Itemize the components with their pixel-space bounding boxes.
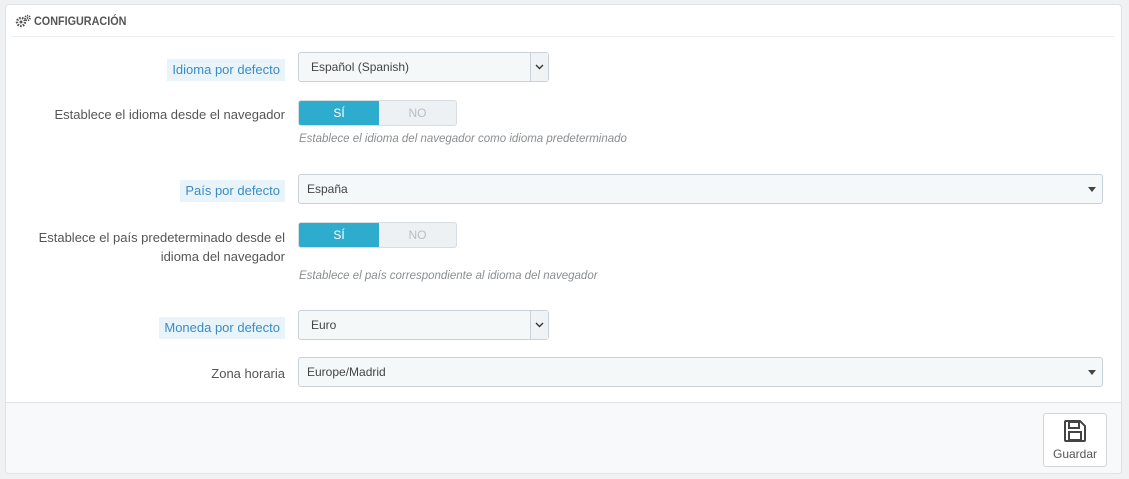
save-label: Guardar [1052, 447, 1098, 461]
caret-down-icon [1088, 370, 1096, 375]
country-label: País por defecto [180, 180, 285, 202]
chevron-down-icon [535, 64, 544, 70]
country-value: España [307, 182, 348, 196]
browser-country-switch[interactable]: SÍ NO [298, 222, 457, 248]
timezone-label: Zona horaria [211, 366, 285, 381]
browser-country-label-line1: Establece el país predeterminado desde e… [38, 230, 285, 245]
browser-language-no[interactable]: NO [379, 101, 456, 125]
configuration-panel: CONFIGURACIÓN Idioma por defecto Español… [5, 4, 1122, 474]
browser-language-yes[interactable]: SÍ [299, 101, 379, 125]
currency-value: Euro [311, 318, 337, 332]
currency-select[interactable]: Euro [298, 310, 549, 340]
language-dropdown-button[interactable] [530, 53, 548, 81]
browser-country-no[interactable]: NO [379, 223, 456, 247]
caret-down-icon [1088, 187, 1096, 192]
panel-footer: Guardar [6, 402, 1121, 473]
timezone-value: Europe/Madrid [307, 365, 386, 379]
browser-language-switch[interactable]: SÍ NO [298, 100, 457, 126]
browser-language-help: Establece el idioma del navegador como i… [299, 133, 627, 145]
browser-language-label: Establece el idioma desde el navegador [54, 107, 285, 122]
browser-country-yes[interactable]: SÍ [299, 223, 379, 247]
language-select[interactable]: Español (Spanish) [298, 52, 549, 82]
timezone-select[interactable]: Europe/Madrid [298, 357, 1103, 387]
cogs-icon [15, 14, 31, 27]
browser-country-help: Establece el país correspondiente al idi… [299, 270, 598, 282]
panel-heading: CONFIGURACIÓN [12, 5, 1115, 37]
language-label: Idioma por defecto [167, 59, 285, 81]
currency-dropdown-button[interactable] [530, 311, 548, 339]
language-value: Español (Spanish) [311, 60, 410, 74]
floppy-disk-icon [1064, 420, 1086, 442]
chevron-down-icon [535, 322, 544, 328]
country-select[interactable]: España [298, 174, 1103, 204]
browser-country-label-line2: idioma del navegador [160, 249, 285, 264]
panel-title: CONFIGURACIÓN [34, 13, 127, 28]
currency-label: Moneda por defecto [159, 317, 285, 339]
save-button[interactable]: Guardar [1043, 413, 1107, 467]
